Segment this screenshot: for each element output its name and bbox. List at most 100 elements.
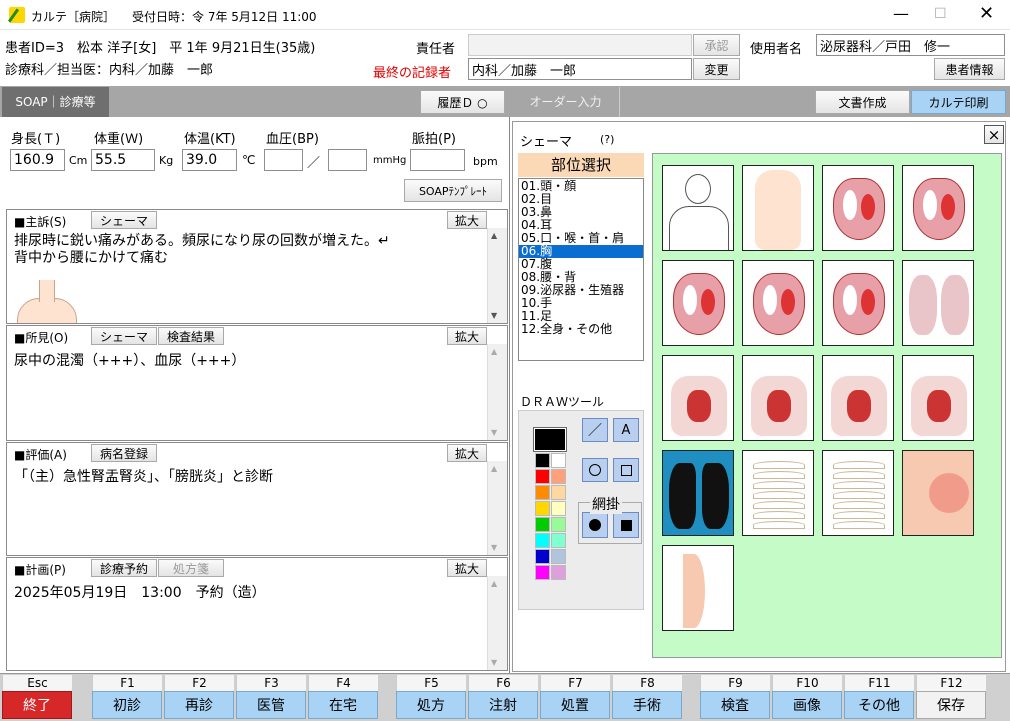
schema-image-thumbnail[interactable]: [662, 545, 734, 631]
function-key-f5[interactable]: F5 処方: [396, 675, 466, 719]
palette-swatch[interactable]: [535, 501, 550, 516]
palette-swatch[interactable]: [551, 549, 566, 564]
prescription-button[interactable]: 処方箋: [158, 559, 224, 577]
function-key-button[interactable]: その他: [844, 691, 914, 719]
palette-swatch[interactable]: [551, 485, 566, 500]
function-key-f3[interactable]: F3 医管: [236, 675, 306, 719]
schema-image-thumbnail[interactable]: [822, 450, 894, 536]
function-key-f10[interactable]: F10 画像: [772, 675, 842, 719]
schema-image-thumbnail[interactable]: [662, 450, 734, 536]
schema-help-icon[interactable]: (?): [600, 133, 614, 146]
function-key-button[interactable]: 手術: [612, 691, 682, 719]
palette-swatch[interactable]: [551, 517, 566, 532]
palette-swatch[interactable]: [551, 453, 566, 468]
function-key-button[interactable]: 注射: [468, 691, 538, 719]
schema-image-thumbnail[interactable]: [662, 355, 734, 441]
palette-swatch[interactable]: [535, 453, 550, 468]
palette-swatch[interactable]: [551, 565, 566, 580]
function-key-f12[interactable]: F12 保存: [916, 675, 986, 719]
function-key-button[interactable]: 終了: [2, 691, 72, 719]
circle-tool-button[interactable]: [582, 458, 608, 482]
palette-swatch[interactable]: [535, 517, 550, 532]
schema-image-thumbnail[interactable]: [822, 260, 894, 346]
user-field[interactable]: 泌尿器科／戸田 修一: [816, 34, 1005, 56]
history-button[interactable]: 履歴Ｄ ○: [420, 90, 505, 114]
schema-image-thumbnail[interactable]: [902, 450, 974, 536]
function-key-f1[interactable]: F1 初診: [92, 675, 162, 719]
text-tool-button[interactable]: A: [613, 418, 639, 442]
plan-expand-button[interactable]: 拡大: [447, 559, 487, 577]
soap-template-button[interactable]: SOAPﾃﾝﾌﾟﾚｰﾄ: [404, 179, 502, 202]
minimize-icon[interactable]: —: [893, 4, 909, 23]
plan-text[interactable]: 2025年05月19日 13:00 予約（造）: [14, 582, 266, 602]
palette-swatch[interactable]: [551, 533, 566, 548]
function-key-f6[interactable]: F6 注射: [468, 675, 538, 719]
responsible-field[interactable]: [468, 34, 692, 56]
lab-results-button[interactable]: 検査結果: [158, 327, 224, 345]
subjective-expand-button[interactable]: 拡大: [447, 211, 487, 229]
schema-image-thumbnail[interactable]: [742, 355, 814, 441]
schema-image-thumbnail[interactable]: [662, 260, 734, 346]
height-input[interactable]: 160.9: [10, 149, 65, 171]
tab-soap[interactable]: SOAP｜診療等: [2, 87, 109, 117]
disease-register-button[interactable]: 病名登録: [91, 444, 157, 462]
rect-tool-button[interactable]: [613, 458, 639, 482]
schema-image-thumbnail[interactable]: [742, 165, 814, 251]
function-key-button[interactable]: 再診: [164, 691, 234, 719]
region-list[interactable]: 01.頭・顔 02.目 03.鼻 04.耳 05.口・喉・首・肩 06.胸 07.腹 08.腰…: [518, 178, 644, 361]
objective-expand-button[interactable]: 拡大: [447, 327, 487, 345]
schema-image-thumbnail[interactable]: [742, 260, 814, 346]
function-key-button[interactable]: 処方: [396, 691, 466, 719]
palette-swatch[interactable]: [535, 485, 550, 500]
assessment-expand-button[interactable]: 拡大: [447, 444, 487, 462]
assessment-scrollbar[interactable]: ▲ ▼: [487, 461, 507, 555]
line-tool-button[interactable]: ／: [582, 418, 608, 442]
temperature-input[interactable]: 39.0: [182, 149, 237, 171]
last-recorder-field[interactable]: 内科／加藤 一郎: [468, 58, 692, 80]
schema-thumbnail[interactable]: [17, 280, 77, 323]
schema-image-thumbnail[interactable]: [822, 165, 894, 251]
assessment-text[interactable]: 「（主）急性腎盂腎炎」、「膀胱炎」と診断: [14, 466, 273, 486]
function-key-button[interactable]: 画像: [772, 691, 842, 719]
function-key-button[interactable]: 処置: [540, 691, 610, 719]
function-key-f2[interactable]: F2 再診: [164, 675, 234, 719]
function-key-button[interactable]: 医管: [236, 691, 306, 719]
print-chart-button[interactable]: カルテ印刷: [911, 90, 1006, 114]
close-icon[interactable]: ✕: [979, 3, 994, 24]
palette-swatch[interactable]: [535, 533, 550, 548]
pulse-input[interactable]: [410, 149, 465, 171]
maximize-icon[interactable]: ☐: [934, 6, 947, 22]
schema-image-thumbnail[interactable]: [822, 355, 894, 441]
schema-close-button[interactable]: ×: [984, 125, 1004, 144]
bp-systolic-input[interactable]: [264, 149, 303, 171]
change-button[interactable]: 変更: [693, 58, 740, 80]
schema-image-thumbnail[interactable]: [662, 165, 734, 251]
function-key-f8[interactable]: F8 手術: [612, 675, 682, 719]
schema-image-thumbnail[interactable]: [902, 165, 974, 251]
objective-schema-button[interactable]: シェーマ: [91, 327, 157, 345]
palette-swatch[interactable]: [551, 501, 566, 516]
function-key-button[interactable]: 検査: [700, 691, 770, 719]
current-color[interactable]: [533, 427, 567, 452]
palette-swatch[interactable]: [535, 469, 550, 484]
schema-image-thumbnail[interactable]: [902, 260, 974, 346]
objective-text[interactable]: 尿中の混濁（+++）、血尿（+++）: [14, 350, 245, 370]
function-key-esc[interactable]: Esc 終了: [2, 675, 72, 719]
document-button[interactable]: 文書作成: [815, 90, 910, 114]
appointment-button[interactable]: 診療予約: [91, 559, 157, 577]
function-key-f7[interactable]: F7 処置: [540, 675, 610, 719]
fill-rect-tool-button[interactable]: [613, 512, 639, 538]
palette-swatch[interactable]: [535, 549, 550, 564]
objective-scrollbar[interactable]: ▲ ▼: [487, 344, 507, 440]
palette-swatch[interactable]: [551, 469, 566, 484]
function-key-button[interactable]: 在宅: [308, 691, 378, 719]
schema-image-thumbnail[interactable]: [742, 450, 814, 536]
tab-order-entry[interactable]: オーダー入力: [512, 87, 620, 117]
plan-scrollbar[interactable]: ▲ ▼: [487, 576, 507, 670]
function-key-f11[interactable]: F11 その他: [844, 675, 914, 719]
weight-input[interactable]: 55.5: [91, 149, 155, 171]
function-key-f4[interactable]: F4 在宅: [308, 675, 378, 719]
schema-image-thumbnail[interactable]: [902, 355, 974, 441]
function-key-f9[interactable]: F9 検査: [700, 675, 770, 719]
subjective-schema-button[interactable]: シェーマ: [91, 211, 157, 229]
